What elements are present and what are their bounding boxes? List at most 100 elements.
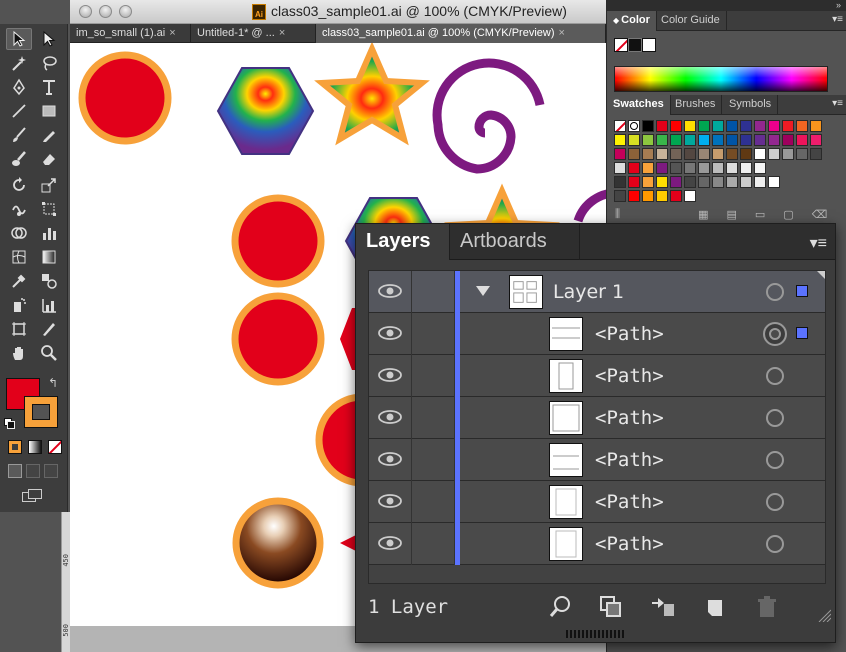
- color-swatch[interactable]: [642, 162, 654, 174]
- artboard-tool-icon[interactable]: [6, 318, 32, 340]
- color-swatch[interactable]: [670, 190, 682, 202]
- create-sublayer-icon[interactable]: [650, 594, 676, 620]
- color-swatch[interactable]: [614, 134, 626, 146]
- color-swatch[interactable]: [712, 162, 724, 174]
- color-swatch[interactable]: [684, 190, 696, 202]
- layer-name[interactable]: Layer 1: [553, 281, 624, 303]
- expand-triangle-icon[interactable]: [476, 286, 490, 296]
- color-swatch[interactable]: [670, 176, 682, 188]
- color-swatch[interactable]: [740, 120, 752, 132]
- color-swatch[interactable]: [754, 176, 766, 188]
- lock-toggle[interactable]: [411, 481, 455, 523]
- color-swatch[interactable]: [628, 190, 640, 202]
- color-swatch[interactable]: [810, 120, 822, 132]
- lock-toggle[interactable]: [411, 271, 455, 313]
- hand-tool-icon[interactable]: [6, 342, 32, 364]
- path-row[interactable]: <Path>: [369, 397, 825, 439]
- color-swatch[interactable]: [614, 162, 626, 174]
- rotate-tool-icon[interactable]: [6, 174, 32, 196]
- color-swatch[interactable]: [754, 148, 766, 160]
- color-swatch[interactable]: [754, 134, 766, 146]
- tab-layers[interactable]: Layers: [356, 224, 450, 260]
- color-swatch[interactable]: [726, 162, 738, 174]
- graph-tool-icon[interactable]: [36, 222, 62, 244]
- swatch-panel-menu-icon[interactable]: ▾≡: [832, 98, 843, 109]
- new-swatch-icon[interactable]: ▢: [783, 208, 793, 222]
- target-circle-icon[interactable]: [766, 493, 784, 511]
- color-swatch[interactable]: [740, 176, 752, 188]
- selection-tool-icon[interactable]: [6, 28, 32, 50]
- color-swatch[interactable]: [656, 134, 668, 146]
- color-swatch[interactable]: [670, 148, 682, 160]
- color-swatch[interactable]: [726, 176, 738, 188]
- color-swatch[interactable]: [768, 120, 780, 132]
- tab-close-icon[interactable]: ×: [558, 27, 564, 39]
- pencil-tool-icon[interactable]: [36, 124, 62, 146]
- visibility-eye-icon[interactable]: [377, 533, 403, 553]
- color-swatch[interactable]: [726, 148, 738, 160]
- color-swatch[interactable]: [768, 134, 780, 146]
- path-row[interactable]: <Path>: [369, 439, 825, 481]
- target-circle-icon[interactable]: [766, 283, 784, 301]
- path-name[interactable]: <Path>: [595, 323, 664, 345]
- color-swatch[interactable]: [628, 134, 640, 146]
- color-swatch[interactable]: [754, 162, 766, 174]
- column-graph-tool-icon[interactable]: [36, 294, 62, 316]
- visibility-eye-icon[interactable]: [377, 281, 403, 301]
- white-swatch[interactable]: [642, 38, 656, 52]
- draw-normal-icon[interactable]: [8, 464, 22, 478]
- color-swatch[interactable]: [670, 120, 682, 132]
- color-swatch[interactable]: [810, 134, 822, 146]
- color-swatch[interactable]: [712, 148, 724, 160]
- gradient-tool-icon[interactable]: [36, 246, 62, 268]
- lock-toggle[interactable]: [411, 313, 455, 355]
- zoom-window-button[interactable]: [119, 5, 132, 18]
- path-name[interactable]: <Path>: [595, 449, 664, 471]
- swap-colors-icon[interactable]: ↰: [48, 376, 58, 390]
- color-mode-icon[interactable]: [8, 440, 22, 454]
- direct-selection-tool-icon[interactable]: [36, 28, 62, 50]
- color-swatch[interactable]: [726, 120, 738, 132]
- color-swatch[interactable]: [796, 134, 808, 146]
- panel-resize-grip[interactable]: [566, 630, 626, 638]
- color-swatch[interactable]: [782, 120, 794, 132]
- color-swatch[interactable]: [726, 134, 738, 146]
- selection-indicator[interactable]: [796, 327, 808, 339]
- color-swatch[interactable]: [614, 190, 626, 202]
- visibility-eye-icon[interactable]: [377, 365, 403, 385]
- color-swatch[interactable]: [698, 134, 710, 146]
- tab-color-guide[interactable]: Color Guide: [655, 11, 727, 31]
- visibility-eye-icon[interactable]: [377, 449, 403, 469]
- minimize-window-button[interactable]: [99, 5, 112, 18]
- color-swatch[interactable]: [656, 148, 668, 160]
- color-swatch[interactable]: [768, 148, 780, 160]
- color-swatch[interactable]: [712, 176, 724, 188]
- tab-symbols[interactable]: Symbols: [723, 95, 779, 115]
- color-swatch[interactable]: [698, 162, 710, 174]
- visibility-eye-icon[interactable]: [377, 491, 403, 511]
- eyedropper-tool-icon[interactable]: [6, 270, 32, 292]
- color-swatch[interactable]: [810, 148, 822, 160]
- color-swatch[interactable]: [684, 134, 696, 146]
- default-colors-icon[interactable]: [4, 418, 16, 430]
- color-swatch[interactable]: [656, 176, 668, 188]
- resize-corner-icon[interactable]: [817, 608, 831, 622]
- color-swatch[interactable]: [740, 148, 752, 160]
- color-swatch[interactable]: [656, 120, 668, 132]
- none-mode-icon[interactable]: [48, 440, 62, 454]
- path-row[interactable]: <Path>: [369, 355, 825, 397]
- new-color-group-icon[interactable]: ▭: [755, 208, 765, 222]
- color-swatch[interactable]: [782, 148, 794, 160]
- free-transform-tool-icon[interactable]: [36, 198, 62, 220]
- color-swatch[interactable]: [768, 176, 780, 188]
- color-swatch[interactable]: [614, 120, 626, 132]
- pen-tool-icon[interactable]: [6, 76, 32, 98]
- lock-toggle[interactable]: [411, 397, 455, 439]
- draw-behind-icon[interactable]: [26, 464, 40, 478]
- bronze-sphere-shape[interactable]: [232, 497, 324, 589]
- visibility-eye-icon[interactable]: [377, 323, 403, 343]
- swatch-options-icon[interactable]: ▤: [726, 208, 736, 222]
- color-swatch[interactable]: [628, 162, 640, 174]
- path-name[interactable]: <Path>: [595, 491, 664, 513]
- color-swatch[interactable]: [754, 120, 766, 132]
